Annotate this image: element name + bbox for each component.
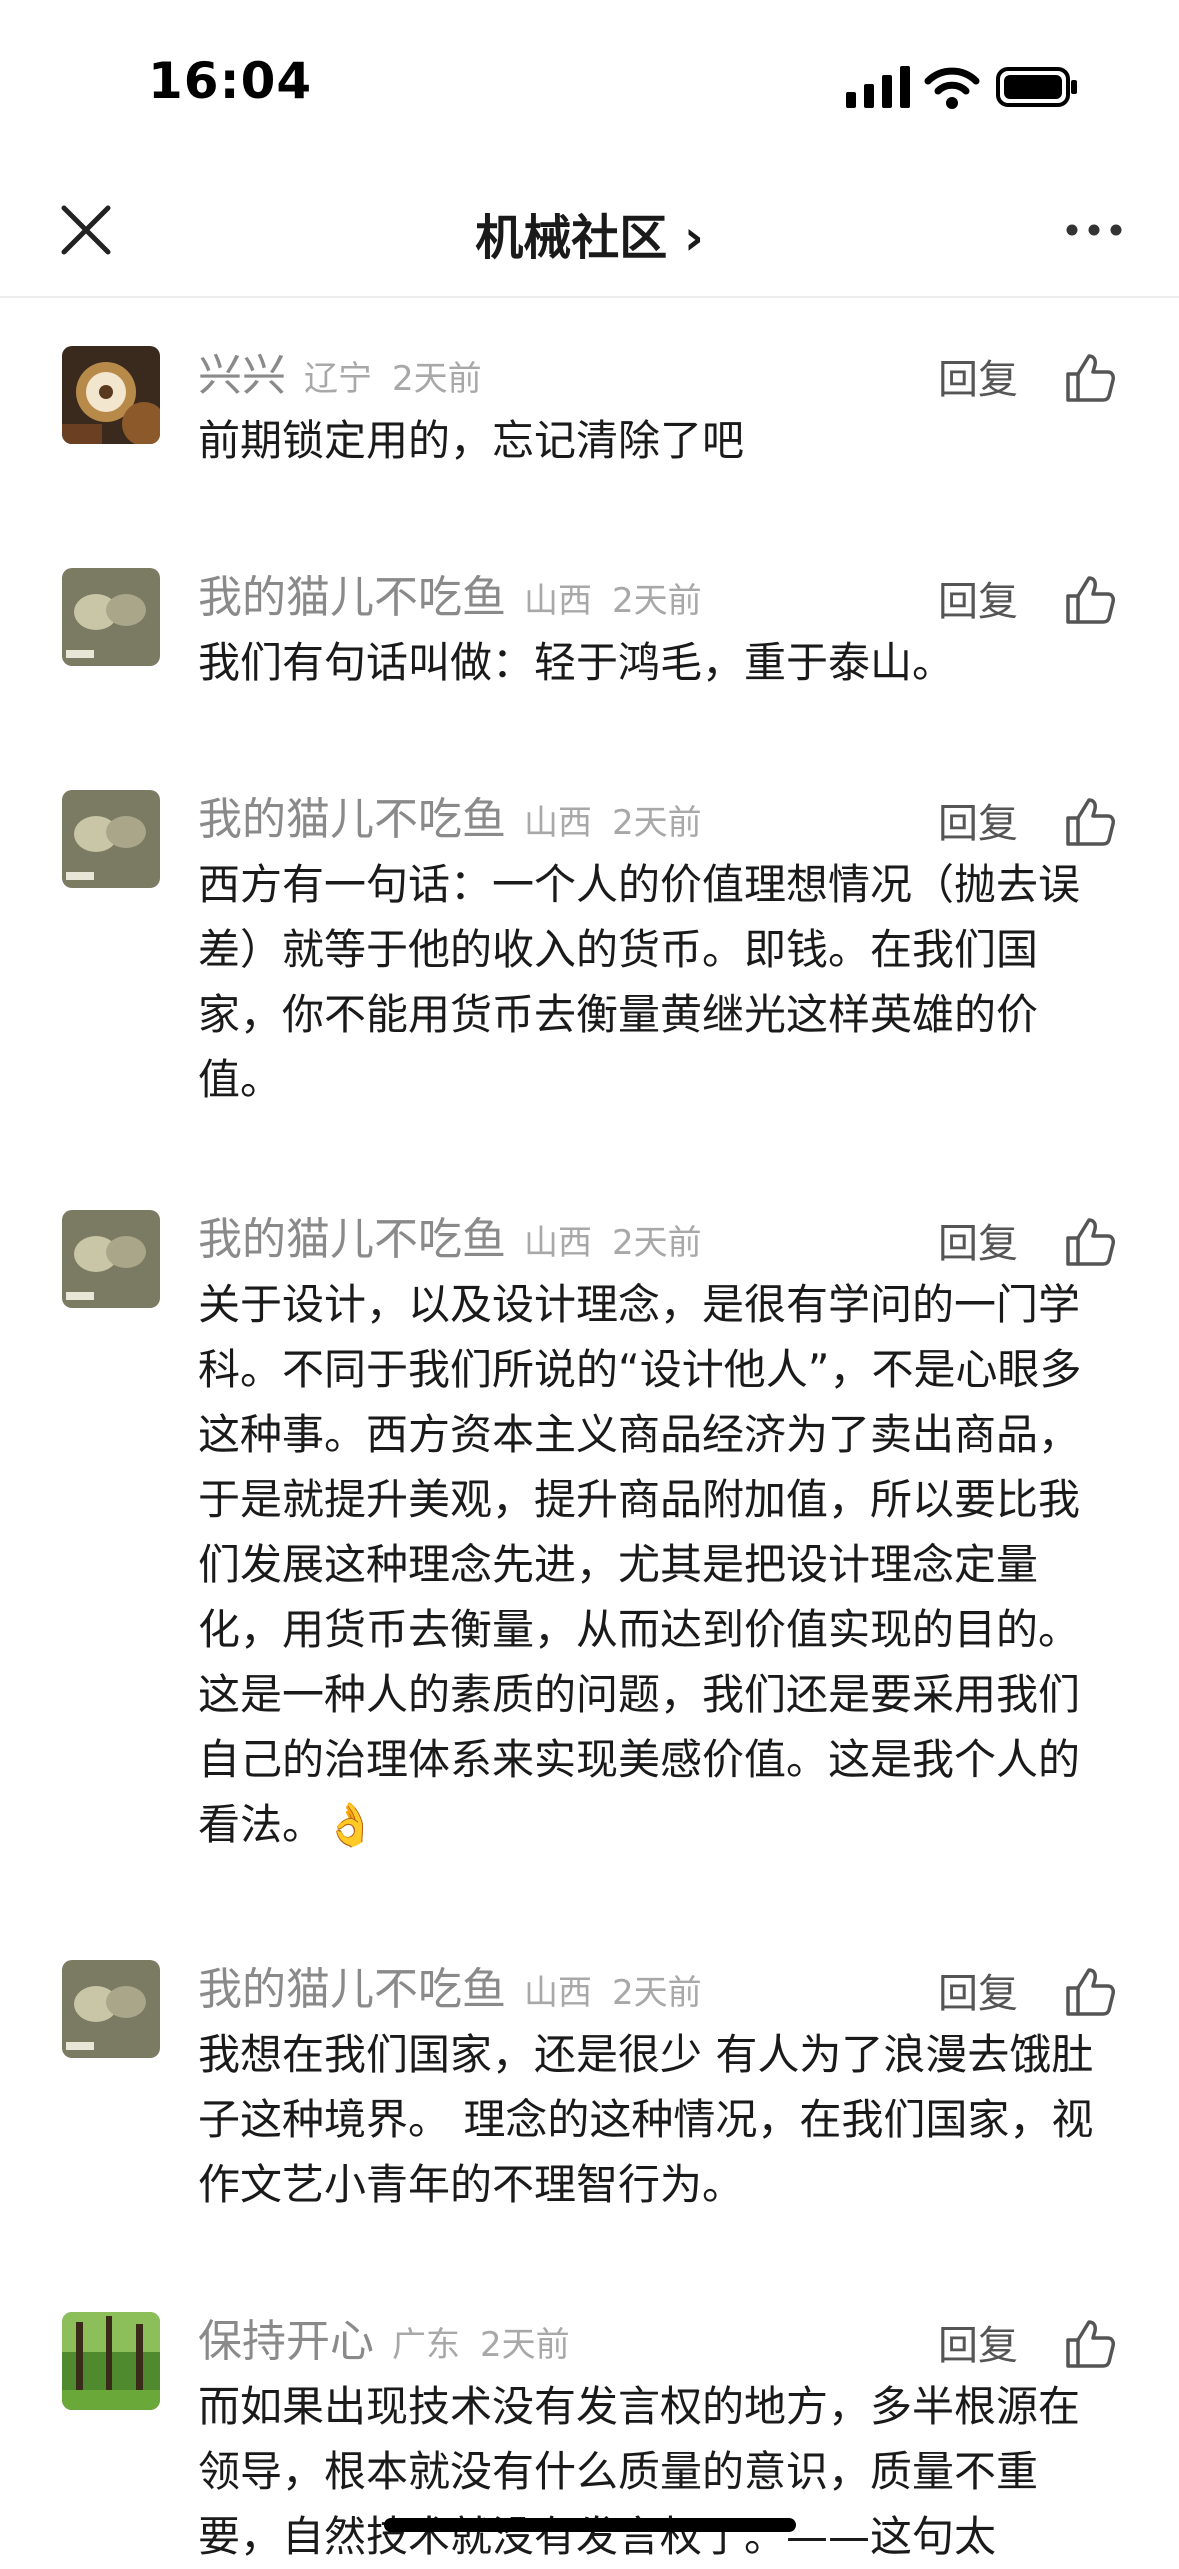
username[interactable]: 兴兴 bbox=[198, 350, 286, 401]
comment-time: 2天前 bbox=[612, 803, 702, 843]
comment-region: 辽宁 bbox=[304, 359, 372, 399]
battery-icon bbox=[996, 67, 1077, 107]
avatar[interactable] bbox=[62, 2312, 160, 2410]
comment-time: 2天前 bbox=[480, 2325, 570, 2365]
reply-button[interactable]: 回复 bbox=[938, 572, 1018, 632]
wifi-icon bbox=[924, 67, 980, 109]
username[interactable]: 我的猫儿不吃鱼 bbox=[198, 572, 506, 623]
comment-text: 西方有一句话：一个人的价值理想情况（抛去误差）就等于他的收入的货币。即钱。在我们… bbox=[198, 860, 1081, 1104]
comment-text: 我想在我们国家，还是很少 有人为了浪漫去饿肚子这种境界。 理念的这种情况，在我们… bbox=[198, 2030, 1094, 2209]
thumbs-up-icon[interactable] bbox=[1064, 796, 1116, 848]
username[interactable]: 我的猫儿不吃鱼 bbox=[198, 794, 506, 845]
avatar[interactable] bbox=[62, 1960, 160, 2058]
comment-text: 我们有句话叫做：轻于鸿毛，重于泰山。 bbox=[198, 638, 955, 687]
comment-meta: 我的猫儿不吃鱼 山西 2天前 bbox=[198, 1210, 702, 1273]
home-indicator[interactable] bbox=[384, 2518, 796, 2532]
nav-bar: 机械社区 › bbox=[0, 170, 1179, 298]
avatar[interactable] bbox=[62, 1210, 160, 1308]
comment-text: 关于设计，以及设计理念，是很有学问的一门学科。不同于我们所说的“设计他人”，不是… bbox=[198, 1280, 1082, 1849]
comment-text: 前期锁定用的，忘记清除了吧 bbox=[198, 416, 745, 465]
comment-region: 山西 bbox=[524, 1223, 592, 1263]
comment-meta: 保持开心 广东 2天前 bbox=[198, 2312, 570, 2375]
comment-meta: 我的猫儿不吃鱼 山西 2天前 bbox=[198, 568, 702, 631]
reply-button[interactable]: 回复 bbox=[938, 794, 1018, 854]
thumbs-up-icon[interactable] bbox=[1064, 1216, 1116, 1268]
reply-button[interactable]: 回复 bbox=[938, 2316, 1018, 2376]
comment-time: 2天前 bbox=[612, 1973, 702, 2013]
comment-meta: 我的猫儿不吃鱼 山西 2天前 bbox=[198, 790, 702, 853]
username[interactable]: 保持开心 bbox=[198, 2316, 374, 2367]
comment-text: 而如果出现技术没有发言权的地方，多半根源在领导，根本就没有什么质量的意识，质量不… bbox=[198, 2382, 1081, 2561]
comment-region: 广东 bbox=[392, 2325, 460, 2365]
thumbs-up-icon[interactable] bbox=[1064, 352, 1116, 404]
cellular-signal-icon bbox=[846, 66, 910, 108]
comment-meta: 兴兴 辽宁 2天前 bbox=[198, 346, 482, 409]
status-time: 16:04 bbox=[148, 52, 313, 110]
reply-button[interactable]: 回复 bbox=[938, 1214, 1018, 1274]
reply-button[interactable]: 回复 bbox=[938, 350, 1018, 410]
thumbs-up-icon[interactable] bbox=[1064, 1966, 1116, 2018]
status-bar: 16:04 bbox=[0, 0, 1179, 170]
username[interactable]: 我的猫儿不吃鱼 bbox=[198, 1964, 506, 2015]
comment-region: 山西 bbox=[524, 581, 592, 621]
comment-meta: 我的猫儿不吃鱼 山西 2天前 bbox=[198, 1960, 702, 2023]
comment-region: 山西 bbox=[524, 1973, 592, 2013]
comment-region: 山西 bbox=[524, 803, 592, 843]
avatar[interactable] bbox=[62, 346, 160, 444]
avatar[interactable] bbox=[62, 790, 160, 888]
more-icon[interactable] bbox=[1064, 218, 1124, 242]
avatar[interactable] bbox=[62, 568, 160, 666]
thumbs-up-icon[interactable] bbox=[1064, 574, 1116, 626]
username[interactable]: 我的猫儿不吃鱼 bbox=[198, 1214, 506, 1265]
page-title[interactable]: 机械社区 › bbox=[0, 198, 1179, 268]
comment-time: 2天前 bbox=[392, 359, 482, 399]
thumbs-up-icon[interactable] bbox=[1064, 2318, 1116, 2370]
reply-button[interactable]: 回复 bbox=[938, 1964, 1018, 2024]
comment-time: 2天前 bbox=[612, 581, 702, 621]
comment-time: 2天前 bbox=[612, 1223, 702, 1263]
